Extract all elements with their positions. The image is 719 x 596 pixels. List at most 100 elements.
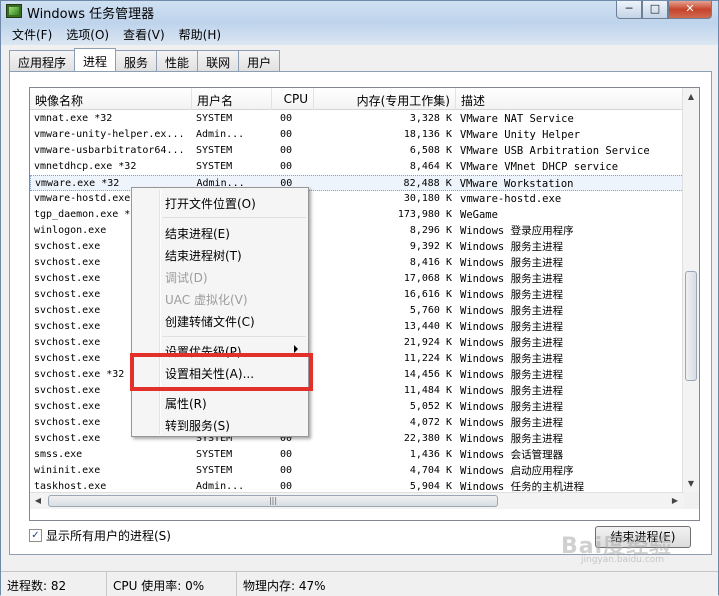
process-memory: 5,760 K bbox=[409, 305, 452, 316]
menu-separator bbox=[162, 217, 306, 218]
horizontal-scroll-thumb[interactable]: ||| bbox=[48, 495, 498, 507]
process-row[interactable]: vmware-hostd.exe 30,180 Kvmware-hostd.exe bbox=[30, 191, 684, 207]
process-description: Windows 服务主进程 bbox=[460, 337, 564, 349]
column-cpu[interactable]: CPU bbox=[272, 88, 314, 110]
process-row[interactable]: svchost.exe 11,484 K Windows 服务主进程 bbox=[30, 383, 684, 399]
process-row[interactable]: svchost.exe 5,052 K Windows 服务主进程 bbox=[30, 399, 684, 415]
process-rows: vmnat.exe *32 SYSTEM 00 3,328 K VMware NAT S… bbox=[30, 111, 684, 495]
process-row[interactable]: smss.exe SYSTEM 00 1,436 K Windows 会话管理器 bbox=[30, 447, 684, 463]
column-image-name[interactable]: 映像名称 bbox=[30, 88, 192, 110]
process-description: VMware USB Arbitration Service bbox=[460, 145, 650, 157]
process-name: vmware-usbarbitrator64... bbox=[34, 145, 185, 156]
process-memory: 30,180 K bbox=[403, 193, 452, 204]
tab-performance[interactable]: 性能 bbox=[156, 50, 199, 71]
menu-help[interactable]: 帮助(H) bbox=[172, 23, 228, 45]
vertical-scroll-thumb[interactable] bbox=[685, 271, 697, 381]
process-row[interactable]: svchost.exe *32 14,456 K Windows 服务主进程 bbox=[30, 367, 684, 383]
tab-applications[interactable]: 应用程序 bbox=[9, 50, 76, 71]
menu-view[interactable]: 查看(V) bbox=[116, 23, 172, 45]
process-row[interactable]: svchost.exe 5,760 K Windows 服务主进程 bbox=[30, 303, 684, 319]
process-description: Windows 服务主进程 bbox=[460, 257, 564, 269]
tab-users[interactable]: 用户 bbox=[238, 50, 281, 71]
maximize-button[interactable]: □ bbox=[642, 1, 668, 19]
process-user: SYSTEM bbox=[196, 465, 233, 476]
menu-open-file-location[interactable]: 打开文件位置(O) bbox=[165, 195, 256, 212]
process-memory: 1,436 K bbox=[409, 449, 452, 460]
minimize-button[interactable]: ─ bbox=[616, 1, 642, 19]
process-row[interactable]: svchost.exe 4,072 K Windows 服务主进程 bbox=[30, 415, 684, 431]
process-description: Windows 服务主进程 bbox=[460, 369, 564, 381]
process-row[interactable]: svchost.exe 9,392 K Windows 服务主进程 bbox=[30, 239, 684, 255]
scroll-right-icon[interactable]: ▶ bbox=[667, 493, 683, 509]
process-memory: 16,616 K bbox=[403, 289, 452, 300]
process-user: Admin... bbox=[196, 129, 245, 140]
process-user: SYSTEM bbox=[196, 113, 233, 124]
process-memory: 6,508 K bbox=[409, 145, 452, 156]
show-all-checkbox[interactable]: ✓ bbox=[29, 529, 42, 542]
process-memory: 8,296 K bbox=[409, 225, 452, 236]
process-description: Windows 服务主进程 bbox=[460, 353, 564, 365]
column-description[interactable]: 描述 bbox=[456, 88, 684, 110]
process-cpu: 00 bbox=[280, 465, 293, 476]
show-all-label: 显示所有用户的进程(S) bbox=[46, 529, 171, 543]
process-memory: 11,484 K bbox=[403, 385, 452, 396]
vertical-scrollbar[interactable]: ▲ ▼ bbox=[682, 88, 699, 492]
process-row[interactable]: svchost.exe 17,068 K Windows 服务主进程 bbox=[30, 271, 684, 287]
process-description: VMware Unity Helper bbox=[460, 129, 581, 141]
process-row[interactable]: vmnat.exe *32 SYSTEM 00 3,328 K VMware NAT S… bbox=[30, 111, 684, 127]
horizontal-scrollbar[interactable]: ◀ ||| ▶ bbox=[30, 492, 684, 509]
column-user-name[interactable]: 用户名 bbox=[192, 88, 272, 110]
process-name: vmnetdhcp.exe *32 bbox=[34, 161, 137, 172]
process-row[interactable]: vmware.exe *32 Admin... 00 82,488 K VMware W… bbox=[30, 175, 684, 191]
tab-processes[interactable]: 进程 bbox=[74, 48, 117, 71]
scroll-down-icon[interactable]: ▼ bbox=[683, 475, 699, 492]
process-list: 映像名称 用户名 CPU 内存(专用工作集) 描述 vmnat.exe *32 S… bbox=[29, 87, 700, 521]
title-bar: Windows 任务管理器 ─ □ ✕ bbox=[1, 1, 718, 23]
process-memory: 9,392 K bbox=[409, 241, 452, 252]
process-row[interactable]: svchost.exe 16,616 K Windows 服务主进程 bbox=[30, 287, 684, 303]
process-description: Windows 启动应用程序 bbox=[460, 465, 574, 477]
menu-file[interactable]: 文件(F) bbox=[5, 23, 59, 45]
process-row[interactable]: svchost.exe 13,440 K Windows 服务主进程 bbox=[30, 319, 684, 335]
scroll-up-icon[interactable]: ▲ bbox=[683, 88, 699, 105]
process-row[interactable]: vmnetdhcp.exe *32 SYSTEM 00 8,464 K VMware V… bbox=[30, 159, 684, 175]
tab-strip: 应用程序 进程 服务 性能 联网 用户 bbox=[9, 48, 281, 71]
process-memory: 11,224 K bbox=[403, 353, 452, 364]
process-context-menu: 打开文件位置(O) 结束进程(E) 结束进程树(T) 调试(D) UAC 虚拟化… bbox=[131, 187, 309, 437]
process-memory: 8,464 K bbox=[409, 161, 452, 172]
scroll-left-icon[interactable]: ◀ bbox=[30, 493, 46, 509]
process-memory: 18,136 K bbox=[403, 129, 452, 140]
close-button[interactable]: ✕ bbox=[668, 1, 712, 19]
process-row[interactable]: vmware-usbarbitrator64... SYSTEM 00 6,508 K… bbox=[30, 143, 684, 159]
process-cpu: 00 bbox=[280, 113, 293, 124]
menu-create-dump-file[interactable]: 创建转储文件(C) bbox=[165, 313, 255, 330]
menu-debug: 调试(D) bbox=[165, 271, 208, 285]
menu-end-process[interactable]: 结束进程(E) bbox=[165, 225, 230, 242]
process-row[interactable]: svchost.exe 8,416 K Windows 服务主进程 bbox=[30, 255, 684, 271]
menu-go-to-service[interactable]: 转到服务(S) bbox=[165, 417, 230, 434]
process-name: wininit.exe bbox=[34, 465, 101, 476]
process-description: VMware Workstation bbox=[459, 178, 574, 190]
column-memory[interactable]: 内存(专用工作集) bbox=[314, 88, 456, 110]
process-row[interactable]: svchost.exe 21,924 K Windows 服务主进程 bbox=[30, 335, 684, 351]
process-description: VMware VMnet DHCP service bbox=[460, 161, 619, 173]
menu-uac-virtualization: UAC 虚拟化(V) bbox=[165, 293, 248, 307]
tab-networking[interactable]: 联网 bbox=[197, 50, 240, 71]
process-memory: 13,440 K bbox=[403, 321, 452, 332]
menu-properties[interactable]: 属性(R) bbox=[165, 395, 207, 412]
process-row[interactable]: tgp_daemon.exe * 173,980 K WeGame bbox=[30, 207, 684, 223]
tab-services[interactable]: 服务 bbox=[115, 50, 158, 71]
process-row[interactable]: winlogon.exe 8,296 K Windows 登录应用程序 bbox=[30, 223, 684, 239]
process-row[interactable]: wininit.exe SYSTEM 00 4,704 K Windows 启动应用程序 bbox=[30, 463, 684, 479]
menu-options[interactable]: 选项(O) bbox=[59, 23, 116, 45]
process-row[interactable]: vmware-unity-helper.ex... Admin... 00 18,13… bbox=[30, 127, 684, 143]
process-row[interactable]: svchost.exe SYSTEM 00 22,380 K Windows 服务主进程 bbox=[30, 431, 684, 447]
process-description: WeGame bbox=[460, 209, 498, 221]
status-bar: 进程数: 82 CPU 使用率: 0% 物理内存: 47% bbox=[1, 571, 718, 596]
task-manager-icon bbox=[6, 4, 22, 18]
menu-separator bbox=[162, 336, 306, 337]
menu-end-process-tree[interactable]: 结束进程树(T) bbox=[165, 247, 242, 264]
show-all-users[interactable]: ✓ 显示所有用户的进程(S) bbox=[29, 527, 171, 544]
process-memory: 21,924 K bbox=[403, 337, 452, 348]
process-row[interactable]: svchost.exe 11,224 K Windows 服务主进程 bbox=[30, 351, 684, 367]
